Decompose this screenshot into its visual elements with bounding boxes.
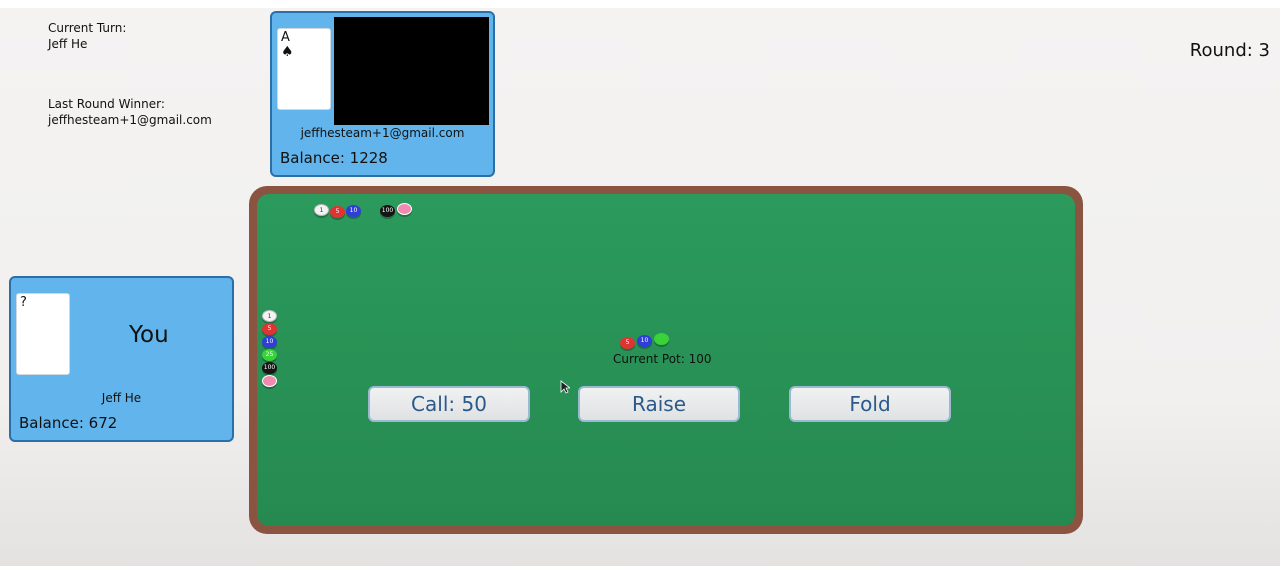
your-hidden-card: ? (16, 293, 70, 375)
your-name: Jeff He (101, 391, 142, 405)
pot-chip-icon (654, 333, 669, 345)
chip-1-icon: 1 (262, 310, 277, 322)
fold-button[interactable]: Fold (789, 386, 951, 422)
opponent-balance: Balance: 1228 (280, 149, 388, 167)
raise-button[interactable]: Raise (578, 386, 740, 422)
chip-25-icon: 25 (262, 349, 277, 361)
pot-chip-10-icon: 10 (637, 335, 652, 347)
last-winner-value: jeffhesteam+1@gmail.com (48, 113, 212, 127)
pot-chip-5-icon: 5 (620, 337, 635, 349)
opponent-face-card: A ♠ (277, 28, 331, 110)
last-winner-info: Last Round Winner: jeffhesteam+1@gmail.c… (48, 96, 212, 128)
opponent-email: jeffhesteam+1@gmail.com (300, 126, 465, 140)
your-panel: ? You Jeff He Balance: 672 (9, 276, 234, 442)
pot-label: Current Pot: 100 (613, 352, 712, 366)
chip-stack-icon (262, 375, 277, 387)
round-indicator: Round: 3 (1189, 40, 1270, 61)
last-winner-label: Last Round Winner: (48, 97, 165, 111)
current-turn-label: Current Turn: (48, 21, 127, 35)
top-bar (0, 0, 1280, 8)
call-button[interactable]: Call: 50 (368, 386, 530, 422)
spade-icon: ♠ (281, 44, 294, 60)
chip-5-icon: 5 (330, 206, 345, 218)
table-felt: 1 5 10 100 1 5 10 25 100 5 10 Current Po… (257, 194, 1075, 526)
chip-1-icon: 1 (314, 204, 329, 216)
card-value: ? (20, 295, 27, 310)
poker-table: 1 5 10 100 1 5 10 25 100 5 10 Current Po… (249, 186, 1083, 534)
chip-100-icon: 100 (380, 205, 395, 217)
chip-5-icon: 5 (262, 323, 277, 335)
opponent-panel: A ♠ jeffhesteam+1@gmail.com Balance: 122… (270, 11, 495, 177)
card-rank: A (281, 30, 290, 45)
current-turn-info: Current Turn: Jeff He (48, 20, 126, 52)
current-turn-value: Jeff He (48, 37, 88, 51)
your-balance: Balance: 672 (19, 414, 118, 432)
chip-100-icon: 100 (262, 362, 277, 374)
mouse-cursor-icon (560, 380, 570, 394)
opponent-hidden-card (334, 17, 489, 125)
you-label: You (129, 322, 169, 348)
chip-10-icon: 10 (346, 205, 361, 217)
chip-10-icon: 10 (262, 336, 277, 348)
chip-stack-icon (397, 203, 412, 215)
